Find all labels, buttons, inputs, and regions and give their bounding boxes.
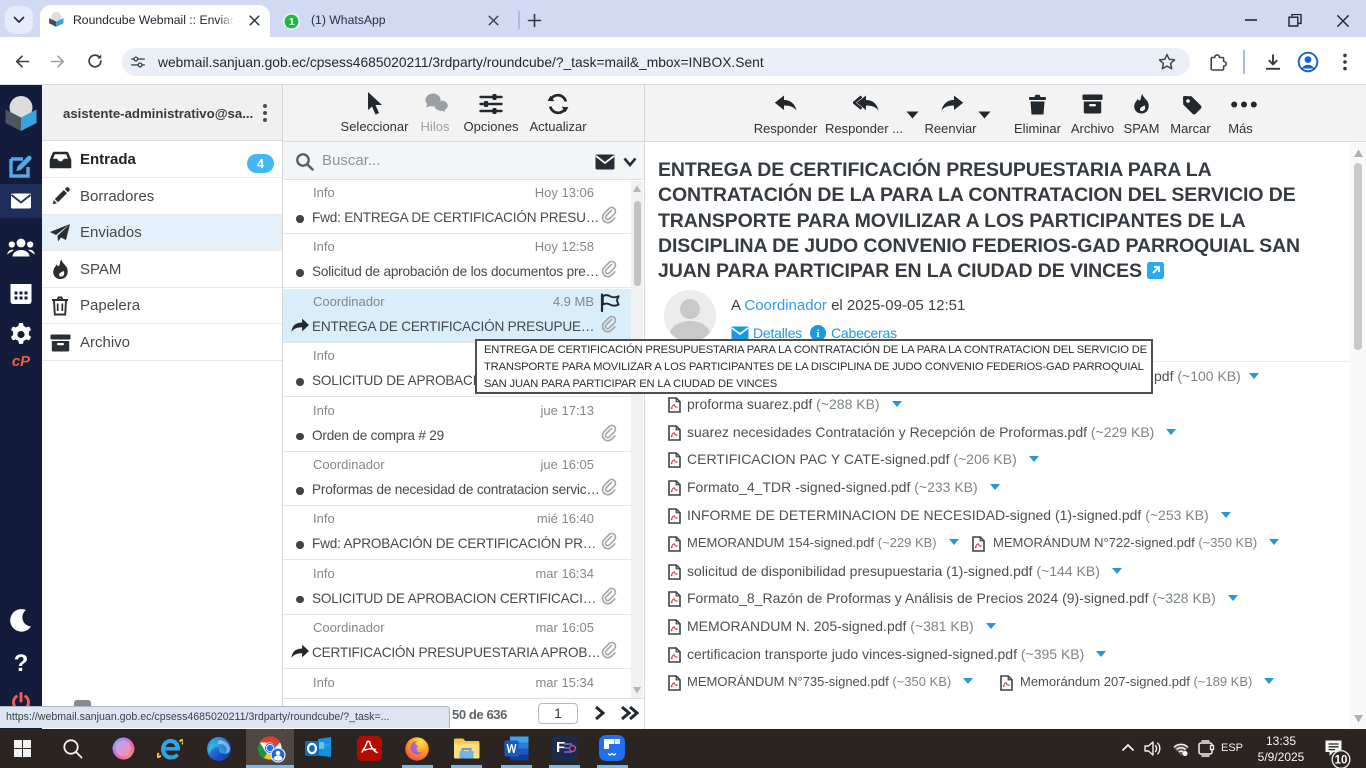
svg-text:1: 1: [289, 16, 295, 28]
svg-text:10: 10: [1335, 755, 1348, 767]
